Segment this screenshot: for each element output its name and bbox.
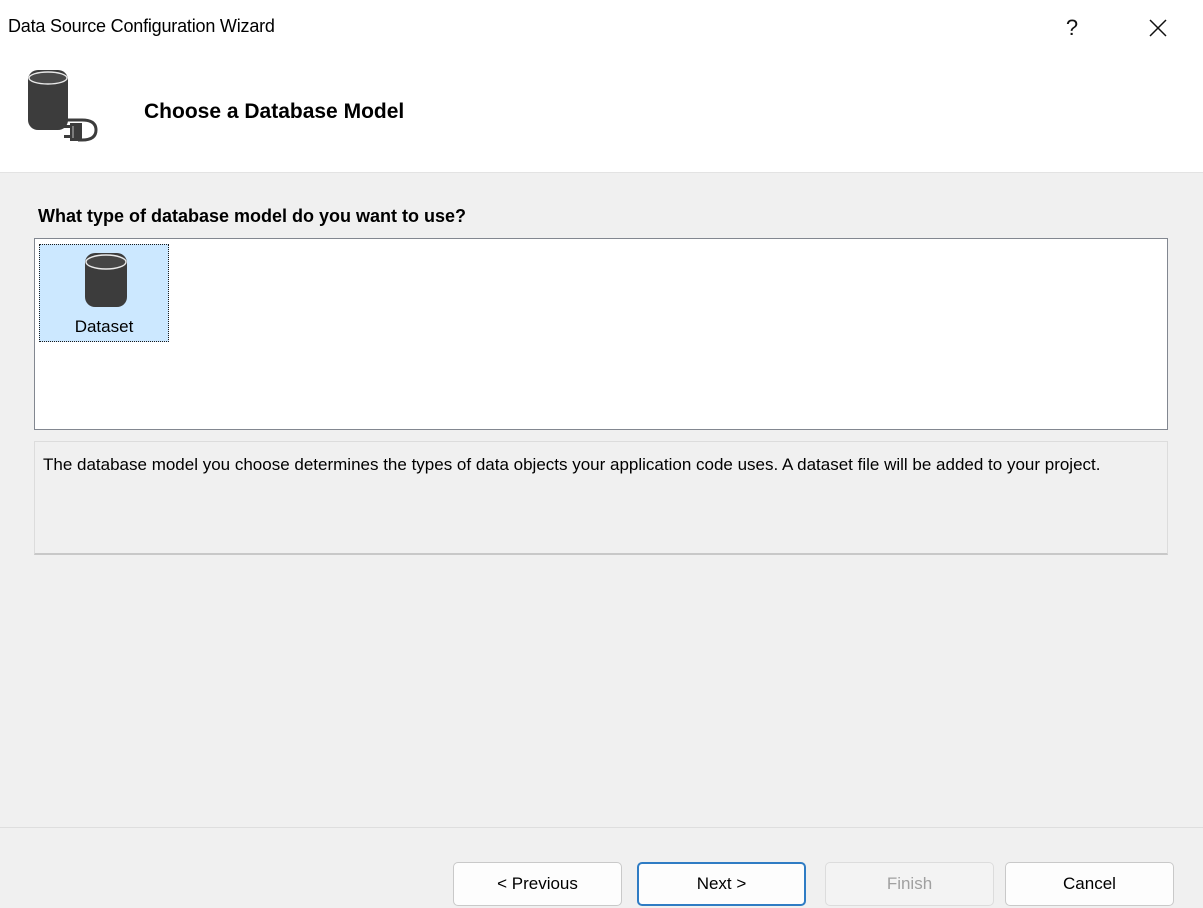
next-button[interactable]: Next > xyxy=(637,862,806,906)
close-button[interactable] xyxy=(1134,8,1182,48)
window-title: Data Source Configuration Wizard xyxy=(8,16,275,36)
database-model-list[interactable]: Dataset xyxy=(34,238,1168,430)
cancel-button[interactable]: Cancel xyxy=(1005,862,1174,906)
finish-button[interactable]: Finish xyxy=(825,862,994,906)
close-icon xyxy=(1149,19,1167,37)
description-panel: The database model you choose determines… xyxy=(34,441,1168,555)
model-item-label: Dataset xyxy=(74,317,134,336)
wizard-window: Data Source Configuration Wizard ? Choos… xyxy=(0,0,1203,908)
previous-button[interactable]: < Previous xyxy=(453,862,622,906)
wizard-header: Choose a Database Model xyxy=(0,54,1203,173)
title-bar: Data Source Configuration Wizard ? xyxy=(0,0,1203,54)
help-button[interactable]: ? xyxy=(1048,8,1096,48)
model-item-dataset[interactable]: Dataset xyxy=(39,244,169,342)
footer-divider xyxy=(0,827,1203,828)
page-title: Choose a Database Model xyxy=(144,100,405,123)
model-question-label: What type of database model do you want … xyxy=(38,206,467,226)
database-connector-icon xyxy=(28,70,98,142)
database-icon xyxy=(85,253,127,307)
